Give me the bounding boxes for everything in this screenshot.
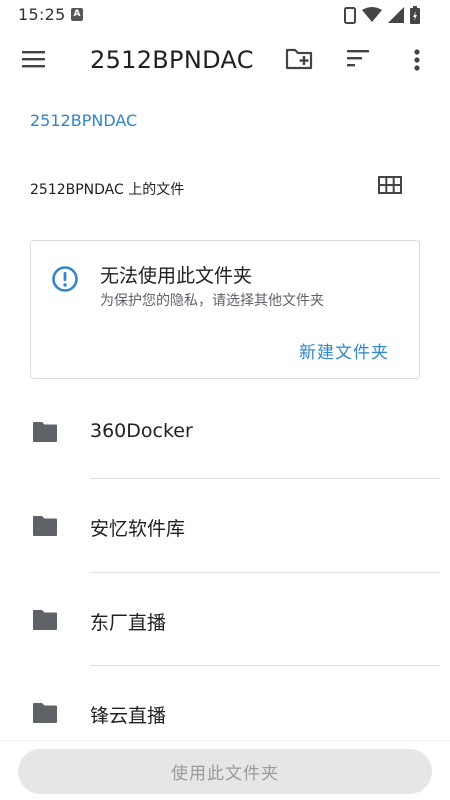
use-this-folder-button[interactable]: 使用此文件夹	[18, 749, 432, 794]
breadcrumb-root[interactable]: 2512BPNDAC	[30, 111, 137, 130]
wifi-icon	[362, 7, 382, 22]
sort-icon	[347, 50, 369, 67]
new-folder-button[interactable]	[285, 46, 315, 76]
folder-name: 360Docker	[90, 420, 193, 442]
list-item[interactable]: 360Docker	[0, 385, 450, 479]
folder-icon	[33, 422, 57, 442]
more-vert-icon	[414, 49, 420, 71]
card-title: 无法使用此文件夹	[100, 265, 253, 287]
folder-name: 安忆软件库	[90, 518, 186, 540]
sort-button[interactable]	[345, 47, 373, 75]
list-item[interactable]: 东厂直播	[0, 573, 450, 667]
page-title: 2512BPNDAC	[90, 46, 254, 74]
folder-name: 锋云直播	[90, 705, 167, 727]
app-bar: 2512BPNDAC	[0, 30, 450, 92]
new-folder-action-button[interactable]: 新建文件夹	[299, 338, 389, 363]
info-icon	[52, 266, 78, 292]
menu-button[interactable]	[21, 48, 49, 74]
folder-icon	[33, 610, 57, 630]
folder-name: 东厂直播	[90, 612, 167, 634]
grid-view-icon	[378, 176, 402, 194]
new-folder-icon	[285, 48, 313, 70]
battery-icon	[410, 6, 420, 24]
list-item[interactable]: 安忆软件库	[0, 479, 450, 573]
folder-icon	[33, 516, 57, 536]
folder-icon	[33, 703, 57, 723]
card-subtitle: 为保护您的隐私，请选择其他文件夹	[100, 293, 324, 309]
section-header: 2512BPNDAC 上的文件	[30, 182, 185, 198]
more-options-button[interactable]	[404, 47, 432, 75]
bottom-bar: 使用此文件夹	[0, 740, 450, 800]
status-icons	[344, 6, 420, 24]
signal-icon	[388, 7, 404, 23]
menu-icon	[22, 51, 45, 68]
grid-view-button[interactable]	[378, 176, 404, 198]
notification-badge-icon: A	[71, 8, 83, 21]
info-card: 无法使用此文件夹 为保护您的隐私，请选择其他文件夹 新建文件夹	[30, 240, 420, 379]
status-bar: 15:25 A	[0, 0, 450, 30]
phone-icon	[344, 6, 356, 24]
status-time: 15:25	[18, 5, 66, 24]
